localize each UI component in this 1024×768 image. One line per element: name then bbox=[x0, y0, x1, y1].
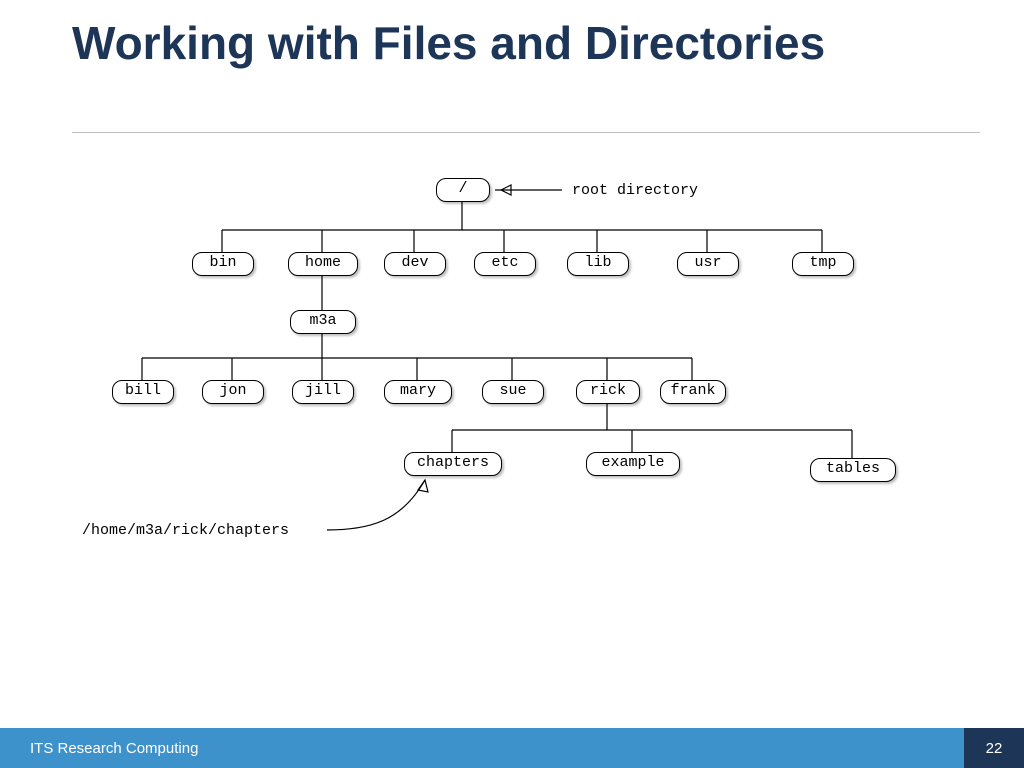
slide-title: Working with Files and Directories bbox=[72, 18, 952, 69]
title-underline bbox=[72, 132, 980, 133]
node-root: / bbox=[436, 178, 490, 202]
node-dev: dev bbox=[384, 252, 446, 276]
node-sue: sue bbox=[482, 380, 544, 404]
node-rick: rick bbox=[576, 380, 640, 404]
node-jon: jon bbox=[202, 380, 264, 404]
node-chapters: chapters bbox=[404, 452, 502, 476]
node-usr: usr bbox=[677, 252, 739, 276]
node-m3a: m3a bbox=[290, 310, 356, 334]
node-etc: etc bbox=[474, 252, 536, 276]
node-example: example bbox=[586, 452, 680, 476]
directory-tree-diagram: / root directory bin home dev etc lib us… bbox=[52, 160, 972, 620]
root-directory-label: root directory bbox=[572, 182, 698, 199]
node-home: home bbox=[288, 252, 358, 276]
node-lib: lib bbox=[567, 252, 629, 276]
node-mary: mary bbox=[384, 380, 452, 404]
node-tables: tables bbox=[810, 458, 896, 482]
node-frank: frank bbox=[660, 380, 726, 404]
node-jill: jill bbox=[292, 380, 354, 404]
path-annotation: /home/m3a/rick/chapters bbox=[82, 522, 289, 539]
page-number: 22 bbox=[964, 728, 1024, 768]
footer-text: ITS Research Computing bbox=[0, 740, 964, 757]
node-tmp: tmp bbox=[792, 252, 854, 276]
slide: Working with Files and Directories bbox=[0, 0, 1024, 768]
node-bin: bin bbox=[192, 252, 254, 276]
node-bill: bill bbox=[112, 380, 174, 404]
footer: ITS Research Computing 22 bbox=[0, 728, 1024, 768]
